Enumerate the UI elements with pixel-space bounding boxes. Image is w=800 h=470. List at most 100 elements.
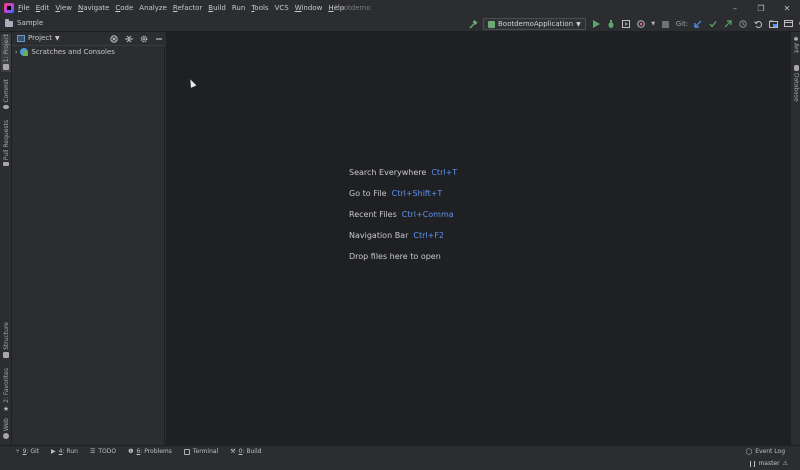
tool-tab-project[interactable]: 1: Project — [1, 34, 11, 72]
profile-icon[interactable] — [636, 19, 646, 29]
menu-navigate[interactable]: Navigate — [78, 4, 109, 12]
git-branch-widget[interactable]: master ⚠ — [750, 460, 788, 467]
tree-item-scratches[interactable]: › Scratches and Consoles — [15, 48, 115, 56]
stop-icon[interactable] — [661, 19, 671, 29]
git-update-icon[interactable] — [693, 19, 703, 29]
intellij-logo-icon[interactable] — [4, 3, 14, 13]
tool-tab-event-log[interactable]: ◯ Event Log — [745, 448, 785, 455]
tool-tab-build[interactable]: ⚒ 0: Build — [230, 448, 261, 455]
tool-tab-commit[interactable]: Commit — [1, 79, 11, 109]
pull-request-icon — [3, 162, 9, 166]
hint-shortcut: Ctrl+F2 — [413, 231, 445, 240]
breadcrumb[interactable]: Sample — [5, 18, 43, 27]
menu-window[interactable]: Window — [295, 4, 323, 12]
run-icon: ▶ — [51, 448, 56, 455]
menu-edit[interactable]: Edit — [36, 4, 50, 12]
tool-tab-database[interactable]: Database — [792, 65, 800, 102]
breadcrumb-project[interactable]: Sample — [17, 19, 43, 27]
event-log-icon: ◯ — [745, 448, 753, 455]
more-run-options-chevron-icon[interactable]: ▼ — [651, 19, 656, 29]
git-commit-check-icon[interactable] — [708, 19, 718, 29]
menu-analyze[interactable]: Analyze — [139, 4, 167, 12]
run-configuration-label: BootdemoApplication — [498, 20, 574, 28]
tool-tab-run[interactable]: ▶ 4: Run — [51, 448, 78, 455]
git-push-icon[interactable] — [723, 19, 733, 29]
menu-file[interactable]: File — [18, 4, 30, 12]
scratches-icon — [20, 48, 29, 56]
hide-minimize-icon[interactable] — [154, 34, 163, 43]
main-toolbar: BootdemoApplication ▼ ▼ Git: — [468, 17, 800, 31]
hint-shortcut: Ctrl+T — [431, 168, 458, 177]
rollback-undo-icon[interactable] — [753, 19, 763, 29]
navigation-bar: Sample BootdemoApplication ▼ ▼ Git: — [0, 16, 800, 32]
tool-tab-pull-requests-label: Pull Requests — [2, 120, 10, 161]
window-project-title: bootdemo — [335, 4, 371, 12]
build-hammer-icon: ⚒ — [230, 448, 236, 455]
run-icon[interactable] — [591, 19, 601, 29]
tool-tab-pull-requests[interactable]: Pull Requests — [1, 120, 11, 166]
globe-icon — [3, 433, 9, 440]
bottom-tool-tabs: ⑂ 9: Git ▶ 4: Run ☰ TODO ❶ 6: Problems T… — [16, 448, 261, 455]
database-icon — [793, 65, 799, 71]
left-tool-strip: 1: Project Commit Pull Requests Structur… — [0, 32, 12, 445]
menu-run[interactable]: Run — [232, 4, 245, 12]
folder-icon — [5, 18, 13, 27]
title-bar: File Edit View Navigate Code Analyze Ref… — [0, 0, 800, 16]
hint-label: Recent Files — [349, 210, 397, 219]
mouse-pointer-icon — [187, 78, 197, 88]
git-branch-icon — [750, 460, 756, 467]
hint-go-to-file: Go to File Ctrl+Shift+T — [349, 189, 457, 198]
presentation-mode-icon[interactable] — [783, 19, 793, 29]
tool-tab-terminal[interactable]: Terminal — [183, 448, 218, 455]
structure-icon — [3, 351, 9, 358]
menu-build[interactable]: Build — [208, 4, 226, 12]
spring-app-icon — [488, 20, 495, 28]
tool-tab-todo[interactable]: ☰ TODO — [90, 448, 116, 455]
hint-shortcut: Ctrl+Shift+T — [391, 189, 443, 198]
hint-label: Search Everywhere — [349, 168, 427, 177]
minimize-button[interactable]: – — [722, 0, 748, 16]
menu-refactor[interactable]: Refactor — [173, 4, 202, 12]
project-structure-icon[interactable] — [768, 19, 778, 29]
tool-tab-project-label: 1: Project — [2, 34, 10, 63]
menu-vcs[interactable]: VCS — [275, 4, 289, 12]
project-panel-actions — [109, 34, 163, 43]
tool-tab-commit-label: Commit — [2, 79, 10, 103]
build-hammer-icon[interactable] — [468, 19, 478, 29]
gear-icon[interactable] — [139, 34, 148, 43]
project-view-selector[interactable]: Project ▼ — [17, 34, 60, 42]
tool-tab-problems[interactable]: ❶ 6: Problems — [128, 448, 172, 455]
locate-target-icon[interactable] — [109, 34, 118, 43]
project-panel-title: Project — [28, 34, 52, 42]
chevron-right-icon[interactable]: › — [15, 49, 17, 56]
tool-tab-ant-label: Ant — [792, 43, 800, 54]
run-with-coverage-icon[interactable] — [621, 19, 631, 29]
menu-code[interactable]: Code — [115, 4, 133, 12]
tool-tab-structure[interactable]: Structure — [1, 322, 11, 360]
hint-label: Go to File — [349, 189, 387, 198]
hint-label: Drop files here to open — [349, 252, 441, 261]
run-configuration-selector[interactable]: BootdemoApplication ▼ — [483, 18, 586, 30]
menu-view[interactable]: View — [55, 4, 72, 12]
problems-icon: ❶ — [128, 448, 134, 455]
restore-button[interactable]: ❐ — [748, 0, 774, 16]
event-log-label: Event Log — [755, 448, 785, 455]
git-branch-label: master — [758, 460, 780, 467]
editor-empty-area[interactable]: Search Everywhere Ctrl+T Go to File Ctrl… — [166, 32, 790, 445]
right-tool-strip: ✱ Ant Database — [790, 32, 800, 445]
project-tool-window: Project ▼ › Scratches and Consoles — [12, 32, 165, 445]
menu-tools[interactable]: Tools — [251, 4, 268, 12]
debug-bug-icon[interactable] — [606, 19, 616, 29]
tool-tab-favorites[interactable]: 2: Favorites ★ — [1, 368, 11, 413]
chevron-down-icon: ▼ — [576, 20, 581, 28]
close-button[interactable]: ✕ — [774, 0, 800, 16]
git-label: Git: — [675, 20, 689, 28]
tool-tab-web[interactable]: Web — [1, 418, 11, 442]
collapse-all-icon[interactable] — [124, 34, 133, 43]
status-bar: master ⚠ — [0, 459, 800, 470]
tool-tab-git[interactable]: ⑂ 9: Git — [16, 448, 39, 455]
tool-tab-ant[interactable]: ✱ Ant — [792, 36, 800, 53]
tool-tab-database-label: Database — [792, 73, 800, 102]
history-clock-icon[interactable] — [738, 19, 748, 29]
git-branch-icon: ⑂ — [16, 448, 20, 455]
